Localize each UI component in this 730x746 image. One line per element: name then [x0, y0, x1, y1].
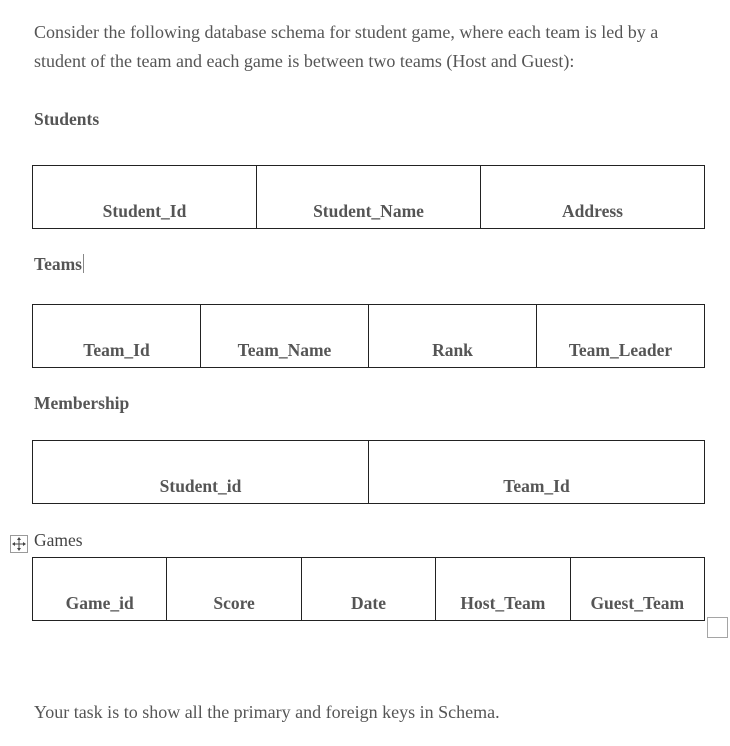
- table-row: Team_Id Team_Name Rank Team_Leader: [32, 304, 705, 368]
- students-table[interactable]: Student_Id Student_Name Address: [32, 165, 705, 229]
- task-paragraph: Your task is to show all the primary and…: [34, 702, 500, 722]
- membership-table[interactable]: Student_id Team_Id: [32, 440, 705, 504]
- table-row: Game_id Score Date Host_Team Guest_Team: [31, 557, 706, 621]
- teams-heading-text: Teams: [34, 254, 82, 274]
- table-cell[interactable]: Host_Team: [435, 557, 571, 621]
- table-cell[interactable]: Address: [480, 165, 705, 229]
- table-cell[interactable]: Team_Name: [200, 304, 369, 368]
- table-cell[interactable]: Student_Id: [32, 165, 257, 229]
- table-row: Student_Id Student_Name Address: [32, 165, 705, 229]
- table-cell[interactable]: Guest_Team: [569, 557, 706, 621]
- students-heading: Students: [34, 109, 100, 129]
- table-cell[interactable]: Team_Id: [32, 304, 201, 368]
- games-table[interactable]: Game_id Score Date Host_Team Guest_Team: [31, 557, 706, 621]
- membership-heading: Membership: [34, 393, 130, 413]
- teams-heading[interactable]: Teams: [34, 254, 84, 275]
- resize-square-icon[interactable]: [707, 617, 728, 638]
- games-heading: Games: [34, 530, 83, 550]
- table-cell[interactable]: Rank: [368, 304, 537, 368]
- intro-paragraph: Consider the following database schema f…: [34, 22, 659, 71]
- table-cell[interactable]: Team_Leader: [536, 304, 705, 368]
- table-cell[interactable]: Game_id: [31, 557, 168, 621]
- text-cursor: [82, 254, 84, 273]
- teams-table[interactable]: Team_Id Team_Name Rank Team_Leader: [32, 304, 705, 368]
- table-cell[interactable]: Student_Name: [256, 165, 481, 229]
- table-cell[interactable]: Student_id: [32, 440, 369, 504]
- table-row: Student_id Team_Id: [32, 440, 705, 504]
- table-cell[interactable]: Date: [300, 557, 437, 621]
- table-cell[interactable]: Score: [166, 557, 302, 621]
- table-cell[interactable]: Team_Id: [368, 440, 705, 504]
- move-arrows-icon[interactable]: [10, 535, 28, 553]
